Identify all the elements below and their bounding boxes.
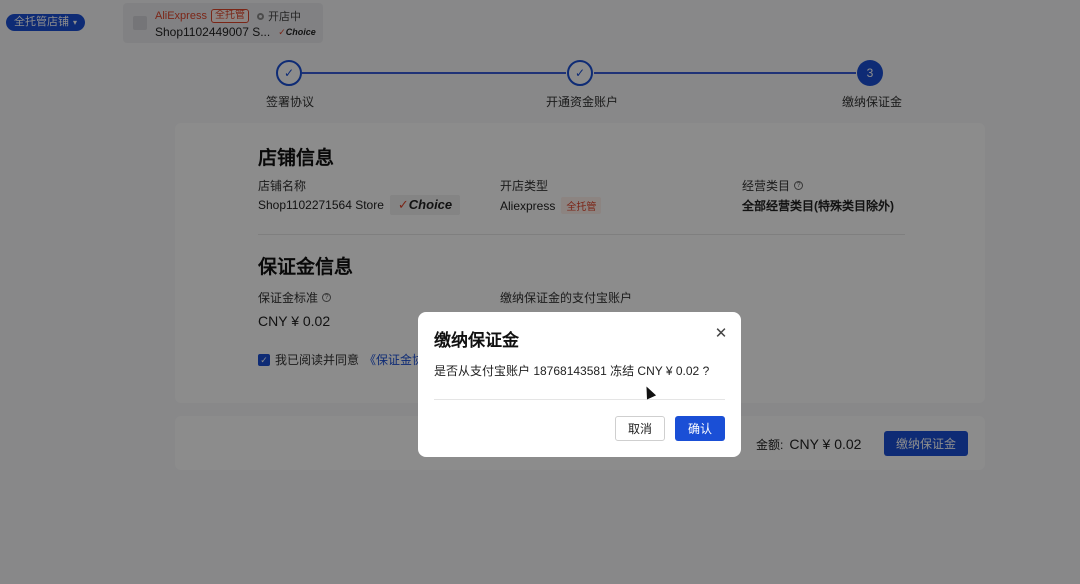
dialog-message: 是否从支付宝账户 18768143581 冻结 CNY ¥ 0.02 ? (434, 364, 710, 378)
close-icon[interactable]: ✕ (713, 326, 729, 342)
dialog-title: 缴纳保证金 (434, 331, 519, 350)
dialog-divider (434, 399, 725, 400)
cancel-button[interactable]: 取消 (615, 416, 665, 441)
modal-overlay (0, 0, 1080, 584)
confirm-dialog: 缴纳保证金 ✕ 是否从支付宝账户 18768143581 冻结 CNY ¥ 0.… (418, 312, 741, 457)
confirm-button[interactable]: 确认 (675, 416, 725, 441)
